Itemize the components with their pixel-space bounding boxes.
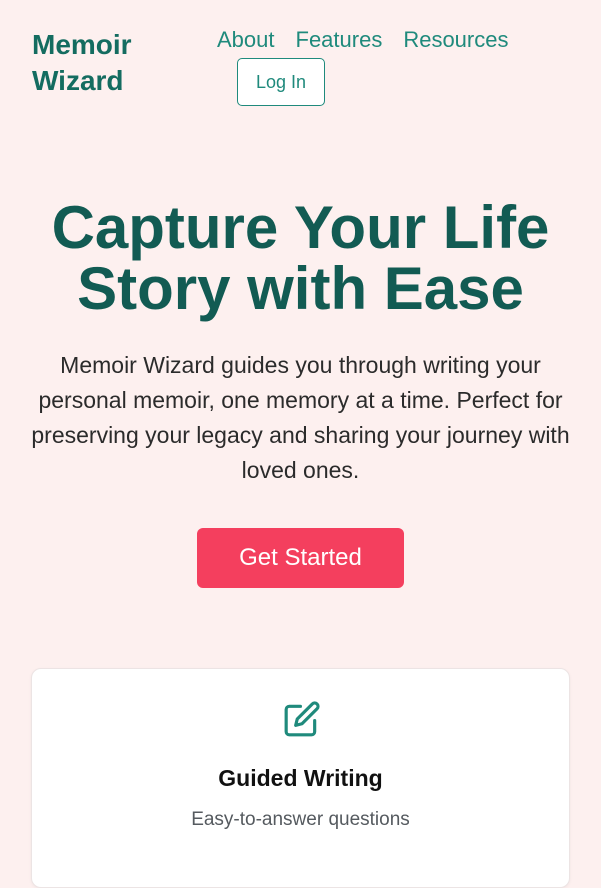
- edit-icon: [284, 701, 320, 737]
- feature-card-guided-writing: Guided Writing Easy-to-answer questions: [31, 668, 570, 888]
- hero-description: Memoir Wizard guides you through writing…: [31, 352, 570, 483]
- feature-title: Guided Writing: [218, 765, 383, 791]
- get-started-button[interactable]: Get Started: [197, 528, 404, 588]
- nav-link-features[interactable]: Features: [296, 26, 383, 54]
- nav-links: About Features Resources: [210, 26, 540, 54]
- feature-description: Easy-to-answer questions: [191, 809, 410, 830]
- hero-title: Capture Your Life Story with Ease: [51, 194, 550, 322]
- nav-link-about[interactable]: About: [217, 26, 275, 54]
- brand-logo[interactable]: Memoir Wizard: [32, 27, 182, 99]
- login-button[interactable]: Log In: [237, 58, 325, 106]
- nav-link-resources[interactable]: Resources: [403, 26, 508, 54]
- main-nav: About Features Resources Log In: [210, 26, 540, 106]
